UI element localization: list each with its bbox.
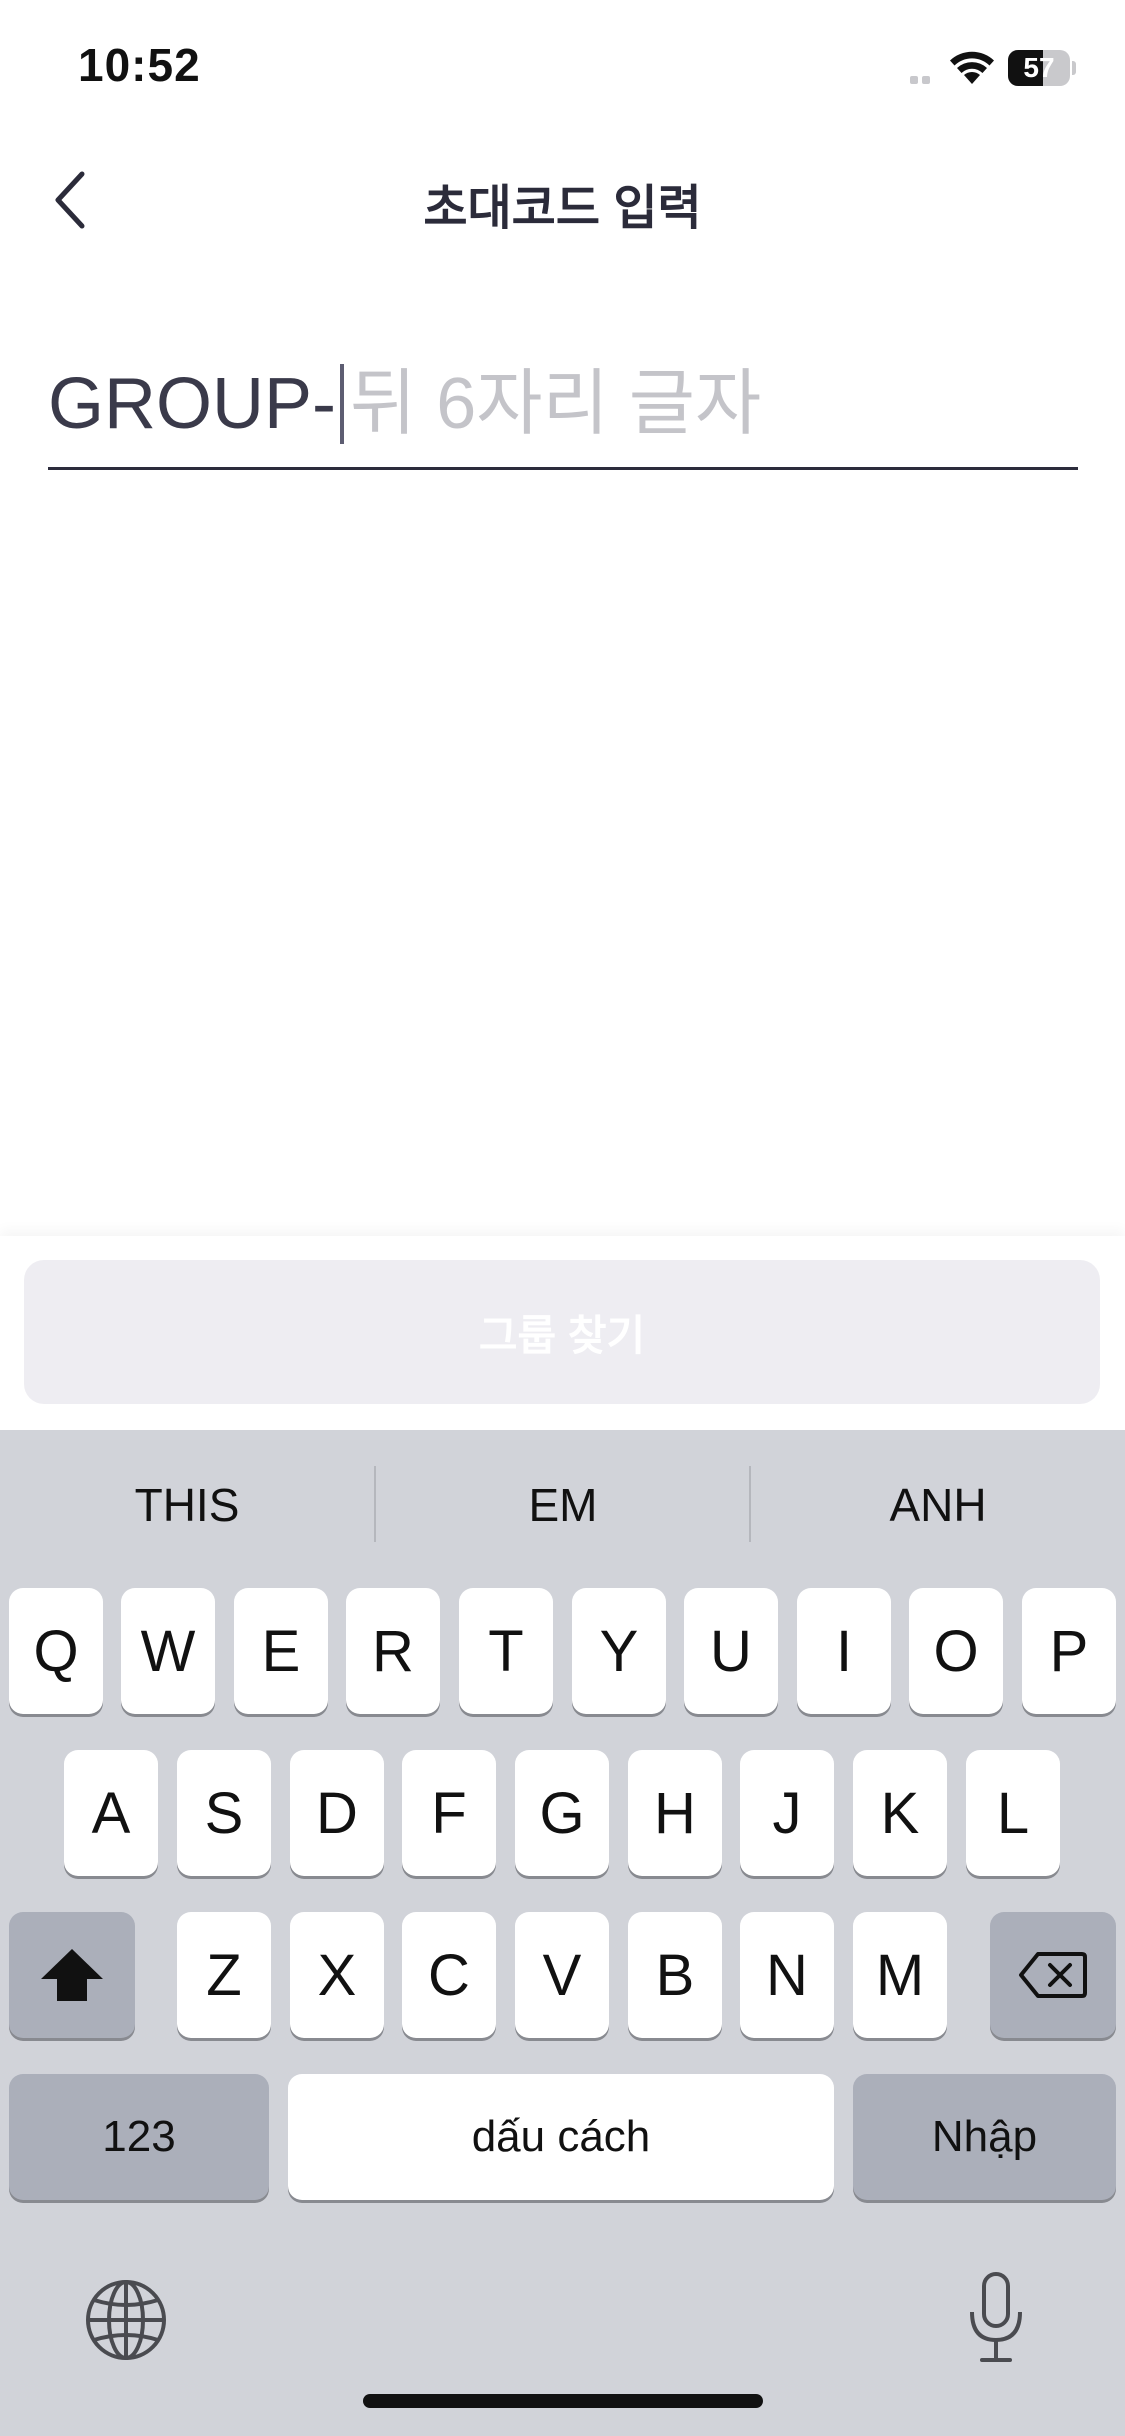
find-group-button[interactable]: 그룹 찾기 — [24, 1260, 1100, 1404]
return-key[interactable]: Nhập — [853, 2074, 1116, 2200]
key-j[interactable]: J — [740, 1750, 834, 1876]
wifi-icon — [950, 51, 994, 84]
key-w[interactable]: W — [121, 1588, 215, 1714]
key-r[interactable]: R — [346, 1588, 440, 1714]
key-n[interactable]: N — [740, 1912, 834, 2038]
delete-icon — [1019, 1952, 1087, 1998]
key-u[interactable]: U — [684, 1588, 778, 1714]
space-key[interactable]: dấu cách — [288, 2074, 834, 2200]
status-time: 10:52 — [78, 39, 201, 91]
shift-icon — [41, 1949, 103, 2001]
key-m[interactable]: M — [853, 1912, 947, 2038]
key-v[interactable]: V — [515, 1912, 609, 2038]
battery-icon: 57 — [1008, 50, 1076, 86]
numbers-key[interactable]: 123 — [9, 2074, 269, 2200]
code-prefix: GROUP- — [48, 363, 336, 444]
status-bar: 10:52 57 — [0, 0, 1125, 140]
key-a[interactable]: A — [64, 1750, 158, 1876]
key-d[interactable]: D — [290, 1750, 384, 1876]
key-i[interactable]: I — [797, 1588, 891, 1714]
key-g[interactable]: G — [515, 1750, 609, 1876]
key-q[interactable]: Q — [9, 1588, 103, 1714]
keyboard: THIS EM ANH Q W E R T Y U I O P A S D F … — [0, 1430, 1125, 2436]
battery-level: 57 — [1023, 52, 1055, 83]
key-l[interactable]: L — [966, 1750, 1060, 1876]
key-t[interactable]: T — [459, 1588, 553, 1714]
invite-code-field[interactable]: GROUP- — [48, 340, 1078, 470]
key-c[interactable]: C — [402, 1912, 496, 2038]
key-k[interactable]: K — [853, 1750, 947, 1876]
suggestion-bar: THIS EM ANH — [0, 1430, 1125, 1580]
key-f[interactable]: F — [402, 1750, 496, 1876]
key-s[interactable]: S — [177, 1750, 271, 1876]
globe-icon[interactable] — [84, 2278, 168, 2362]
key-z[interactable]: Z — [177, 1912, 271, 2038]
home-indicator — [363, 2394, 763, 2408]
key-x[interactable]: X — [290, 1912, 384, 2038]
bottom-action-area: 그룹 찾기 — [0, 1236, 1125, 1430]
key-h[interactable]: H — [628, 1750, 722, 1876]
key-e[interactable]: E — [234, 1588, 328, 1714]
text-caret — [340, 363, 344, 444]
microphone-icon[interactable] — [966, 2270, 1026, 2366]
cellular-signal-icon — [910, 74, 932, 84]
key-o[interactable]: O — [909, 1588, 1003, 1714]
key-p[interactable]: P — [1022, 1588, 1116, 1714]
suggestion-2[interactable]: EM — [376, 1460, 750, 1550]
shift-key[interactable] — [9, 1912, 135, 2038]
suggestion-1[interactable]: THIS — [0, 1460, 374, 1550]
key-y[interactable]: Y — [572, 1588, 666, 1714]
key-b[interactable]: B — [628, 1912, 722, 2038]
invite-code-input[interactable] — [350, 362, 1078, 445]
delete-key[interactable] — [990, 1912, 1116, 2038]
suggestion-3[interactable]: ANH — [751, 1460, 1125, 1550]
page-title: 초대코드 입력 — [423, 182, 702, 235]
